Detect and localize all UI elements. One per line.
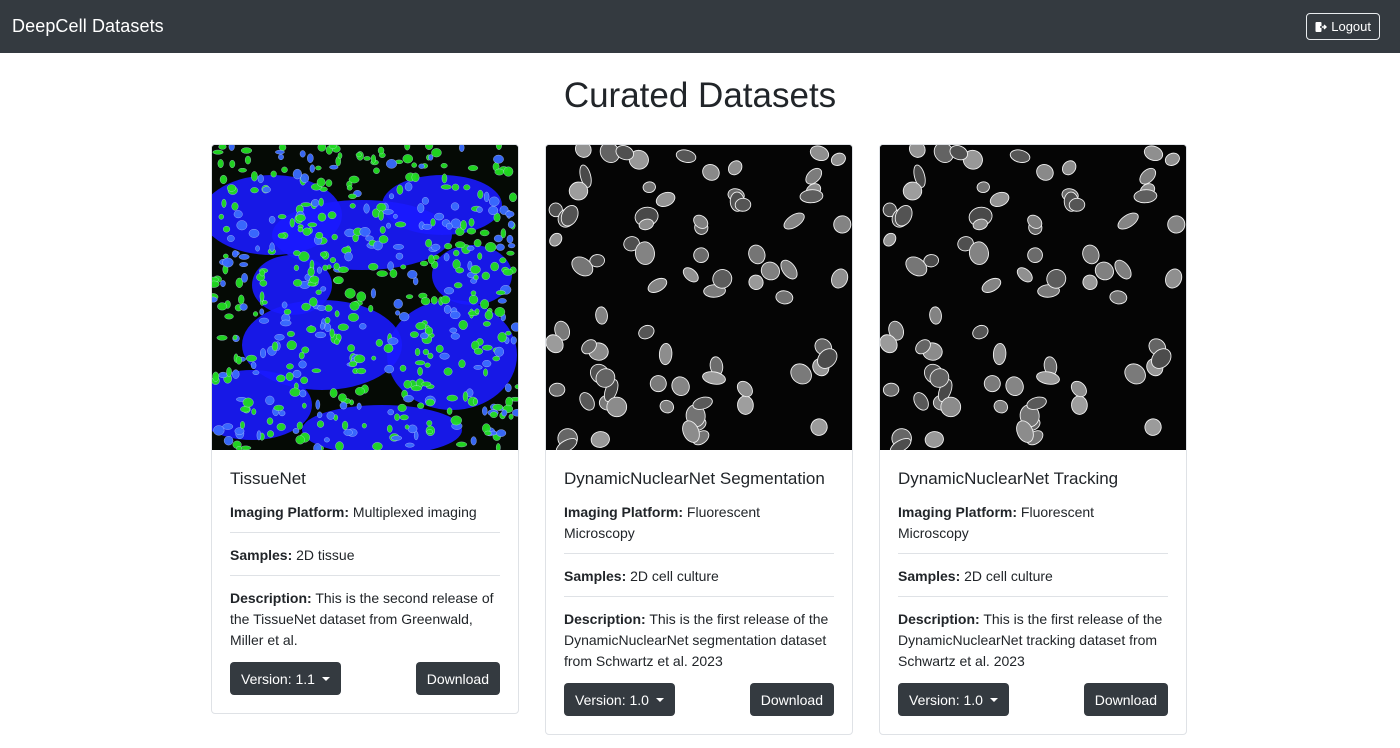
- version-dropdown[interactable]: Version: 1.1: [230, 662, 341, 695]
- caret-down-icon: [321, 676, 330, 681]
- dataset-thumbnail: [880, 145, 1186, 450]
- navbar: DeepCell Datasets Logout: [0, 0, 1400, 53]
- imaging-platform: Imaging Platform: Fluorescent Microscopy: [564, 504, 761, 541]
- brand-title[interactable]: DeepCell Datasets: [12, 16, 164, 37]
- card-title: DynamicNuclearNet Tracking: [898, 469, 1119, 488]
- caret-down-icon: [655, 697, 664, 702]
- card-title: TissueNet: [230, 469, 306, 488]
- sign-out-icon: [1315, 21, 1328, 32]
- samples: Samples: 2D tissue: [230, 547, 355, 563]
- dataset-card-dnn-segmentation: DynamicNuclearNet Segmentation Imaging P…: [545, 144, 853, 735]
- divider: [230, 575, 500, 576]
- version-dropdown[interactable]: Version: 1.0: [564, 683, 675, 716]
- divider: [898, 553, 1168, 554]
- description: Description: This is the first release o…: [898, 611, 1163, 669]
- version-dropdown[interactable]: Version: 1.0: [898, 683, 1009, 716]
- description: Description: This is the first release o…: [564, 611, 829, 669]
- card-title: DynamicNuclearNet Segmentation: [564, 469, 825, 488]
- logout-button[interactable]: Logout: [1306, 13, 1380, 40]
- dataset-card-tissuenet: TissueNet Imaging Platform: Multiplexed …: [211, 144, 519, 714]
- dataset-card-dnn-tracking: DynamicNuclearNet Tracking Imaging Platf…: [879, 144, 1187, 735]
- page-title: Curated Datasets: [563, 76, 837, 115]
- divider: [564, 553, 834, 554]
- caret-down-icon: [989, 697, 998, 702]
- imaging-platform: Imaging Platform: Multiplexed imaging: [230, 504, 477, 520]
- download-button[interactable]: Download: [1083, 683, 1168, 716]
- samples: Samples: 2D cell culture: [898, 568, 1053, 584]
- dataset-thumbnail: [212, 145, 518, 450]
- dataset-thumbnail: [546, 145, 852, 450]
- divider: [898, 596, 1168, 597]
- download-button[interactable]: Download: [749, 683, 834, 716]
- samples: Samples: 2D cell culture: [564, 568, 719, 584]
- divider: [564, 596, 834, 597]
- imaging-platform: Imaging Platform: Fluorescent Microscopy: [898, 504, 1095, 541]
- logout-label: Logout: [1331, 19, 1371, 34]
- download-button[interactable]: Download: [415, 662, 500, 695]
- divider: [230, 532, 500, 533]
- description: Description: This is the second release …: [230, 590, 494, 648]
